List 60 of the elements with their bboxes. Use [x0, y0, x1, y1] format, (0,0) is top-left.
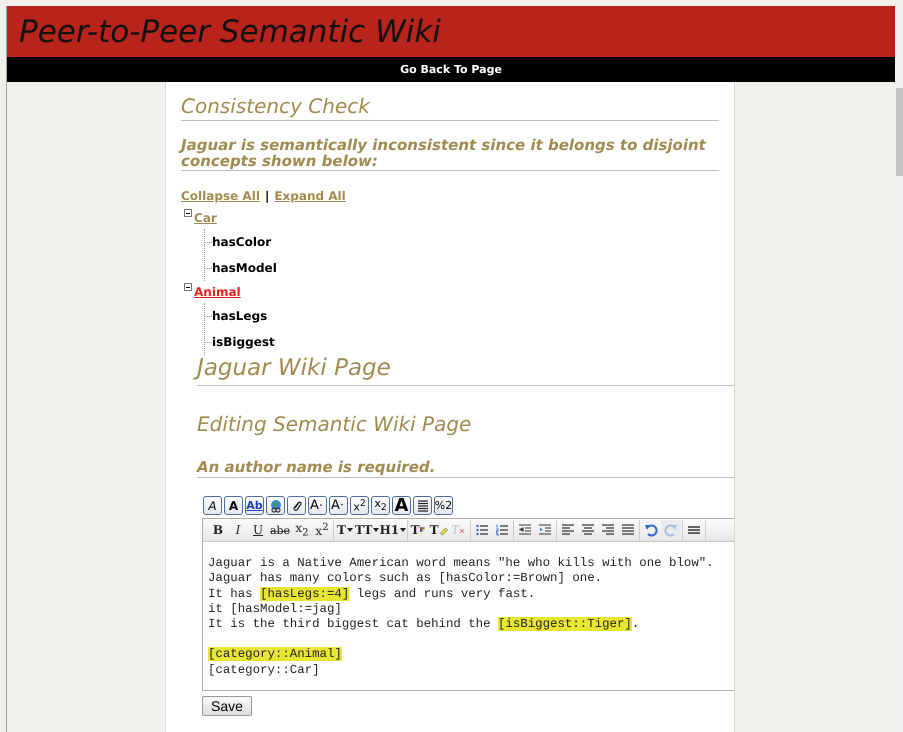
align-right-icon: [601, 523, 616, 537]
back-link[interactable]: Go Back To Page: [400, 63, 502, 76]
undo-icon: [644, 523, 658, 537]
toggle-icon[interactable]: [184, 209, 192, 217]
format-button[interactable]: x$^{2}$: [350, 496, 369, 515]
align-left-icon: [561, 523, 576, 537]
toolbar-button[interactable]: x$^{2}$: [312, 520, 332, 540]
outdent-icon: [518, 523, 532, 537]
caret-icon: [400, 528, 406, 532]
separator: |: [264, 189, 270, 203]
justify-icon: [621, 523, 636, 537]
editing-heading: Editing Semantic Wiki Page: [197, 412, 472, 436]
redo-icon: [664, 523, 678, 537]
site-title: Peer-to-Peer Semantic Wiki: [19, 14, 441, 50]
inconsistency-message: Jaguar is semantically inconsistent since it belongs to disjoint concepts shown below:: [181, 137, 719, 171]
lines-icon: [416, 498, 430, 512]
numbered-list-icon: [495, 523, 510, 537]
text-line: [category::Car]: [208, 662, 321, 678]
save-button[interactable]: Save: [202, 696, 252, 716]
text-line: Jaguar has many colors such as [hasColor:=Brown] one.: [208, 571, 604, 587]
toggle-icon[interactable]: [184, 283, 192, 291]
text-line: Jaguar is a Native American word means "he who kills with one blow".: [208, 556, 715, 572]
property-label: hasModel: [212, 261, 277, 275]
caret-icon: [373, 528, 380, 532]
text-line: It has [hasLegs:=4] legs and runs very fast.: [208, 586, 536, 602]
scrollbar[interactable]: [895, 6, 903, 732]
bulleted-list-icon: [475, 523, 490, 537]
toolbar-button[interactable]: B: [208, 520, 228, 540]
caret-icon: [346, 528, 353, 532]
format-button[interactable]: %2: [434, 496, 453, 515]
format-button[interactable]: A: [329, 496, 348, 515]
toolbar-button[interactable]: TT: [355, 520, 380, 540]
toolbar-button[interactable]: T: [335, 520, 355, 540]
format-button[interactable]: A: [203, 496, 222, 515]
scroll-thumb[interactable]: [896, 88, 903, 176]
format-button[interactable]: [266, 496, 285, 515]
toolbar-button[interactable]: I: [228, 520, 248, 540]
format-button[interactable]: [413, 496, 432, 515]
tree-node-link[interactable]: Animal: [194, 285, 241, 299]
format-button[interactable]: A: [224, 496, 243, 515]
section-heading: Consistency Check: [181, 94, 719, 121]
align-center-icon: [581, 523, 596, 537]
format-button[interactable]: A: [392, 496, 411, 515]
format-button[interactable]: A: [308, 496, 327, 515]
toolbar-button[interactable]: T: [429, 520, 450, 540]
toolbar-button[interactable]: H1: [379, 520, 406, 540]
property-label: hasLegs: [212, 309, 268, 323]
warning-message: An author name is required.: [197, 458, 734, 478]
toolbar-button[interactable]: U: [248, 520, 268, 540]
format-button[interactable]: Ab: [245, 496, 264, 515]
toolbar-button[interactable]: T: [409, 520, 430, 540]
toolbar-button[interactable]: x$_{2}$: [292, 520, 312, 540]
text-line: it [hasModel:=jag]: [208, 602, 343, 618]
format-button[interactable]: x$_{2}$: [371, 496, 390, 515]
text-line: It is the third biggest cat behind the [isBiggest::Tiger].: [208, 617, 640, 632]
format-button[interactable]: [287, 496, 306, 515]
property-label: hasColor: [212, 235, 272, 249]
property-label: isBiggest: [212, 335, 275, 349]
globe-icon: [268, 498, 282, 512]
indent-icon: [538, 523, 552, 537]
